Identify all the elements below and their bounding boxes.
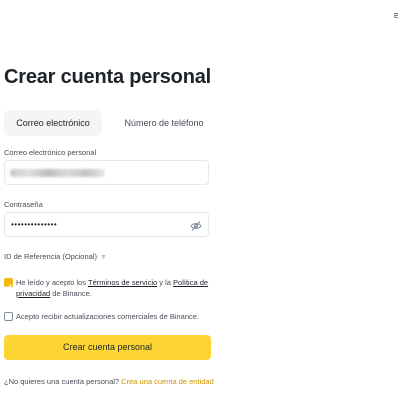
marketing-checkbox[interactable] [4, 312, 13, 321]
footer-text: ¿No quieres una cuenta personal? Crea un… [4, 376, 214, 387]
referral-label: ID de Referencia (Opcional) [4, 252, 97, 261]
password-field[interactable] [5, 213, 191, 236]
checkmark-icon [5, 284, 12, 290]
footer-question: ¿No quieres una cuenta personal? [4, 377, 122, 386]
terms-text-2: y la [157, 278, 174, 287]
password-label: Contraseña [4, 200, 43, 209]
email-field[interactable] [5, 161, 191, 184]
email-label: Correo electrónico personal [4, 148, 97, 157]
referral-toggle[interactable]: ID de Referencia (Opcional) ▼ [4, 252, 107, 261]
caret-down-icon: ▼ [99, 254, 107, 261]
terms-text-3: de Binance. [50, 289, 92, 298]
tab-email[interactable]: Correo electrónico [4, 110, 102, 136]
create-account-button[interactable]: Crear cuenta personal [4, 335, 211, 360]
corner-text: E [394, 13, 399, 20]
terms-of-service-link[interactable]: Términos de servicio [88, 278, 157, 287]
password-field-container [4, 212, 209, 237]
terms-checkbox[interactable] [4, 278, 13, 290]
terms-text: He leído y acepto los Términos de servic… [16, 277, 216, 299]
marketing-text: Acepto recibir actualizaciones comercial… [16, 312, 200, 321]
signup-method-tabs: Correo electrónico Número de teléfono [4, 110, 214, 136]
eye-slash-icon[interactable] [190, 219, 202, 231]
tab-phone[interactable]: Número de teléfono [114, 110, 214, 136]
terms-text-1: He leído y acepto los [16, 278, 88, 287]
page-title: Crear cuenta personal [4, 66, 211, 88]
create-entity-account-link[interactable]: Crea una cuenta de entidad [121, 377, 214, 386]
email-field-container [4, 160, 209, 185]
